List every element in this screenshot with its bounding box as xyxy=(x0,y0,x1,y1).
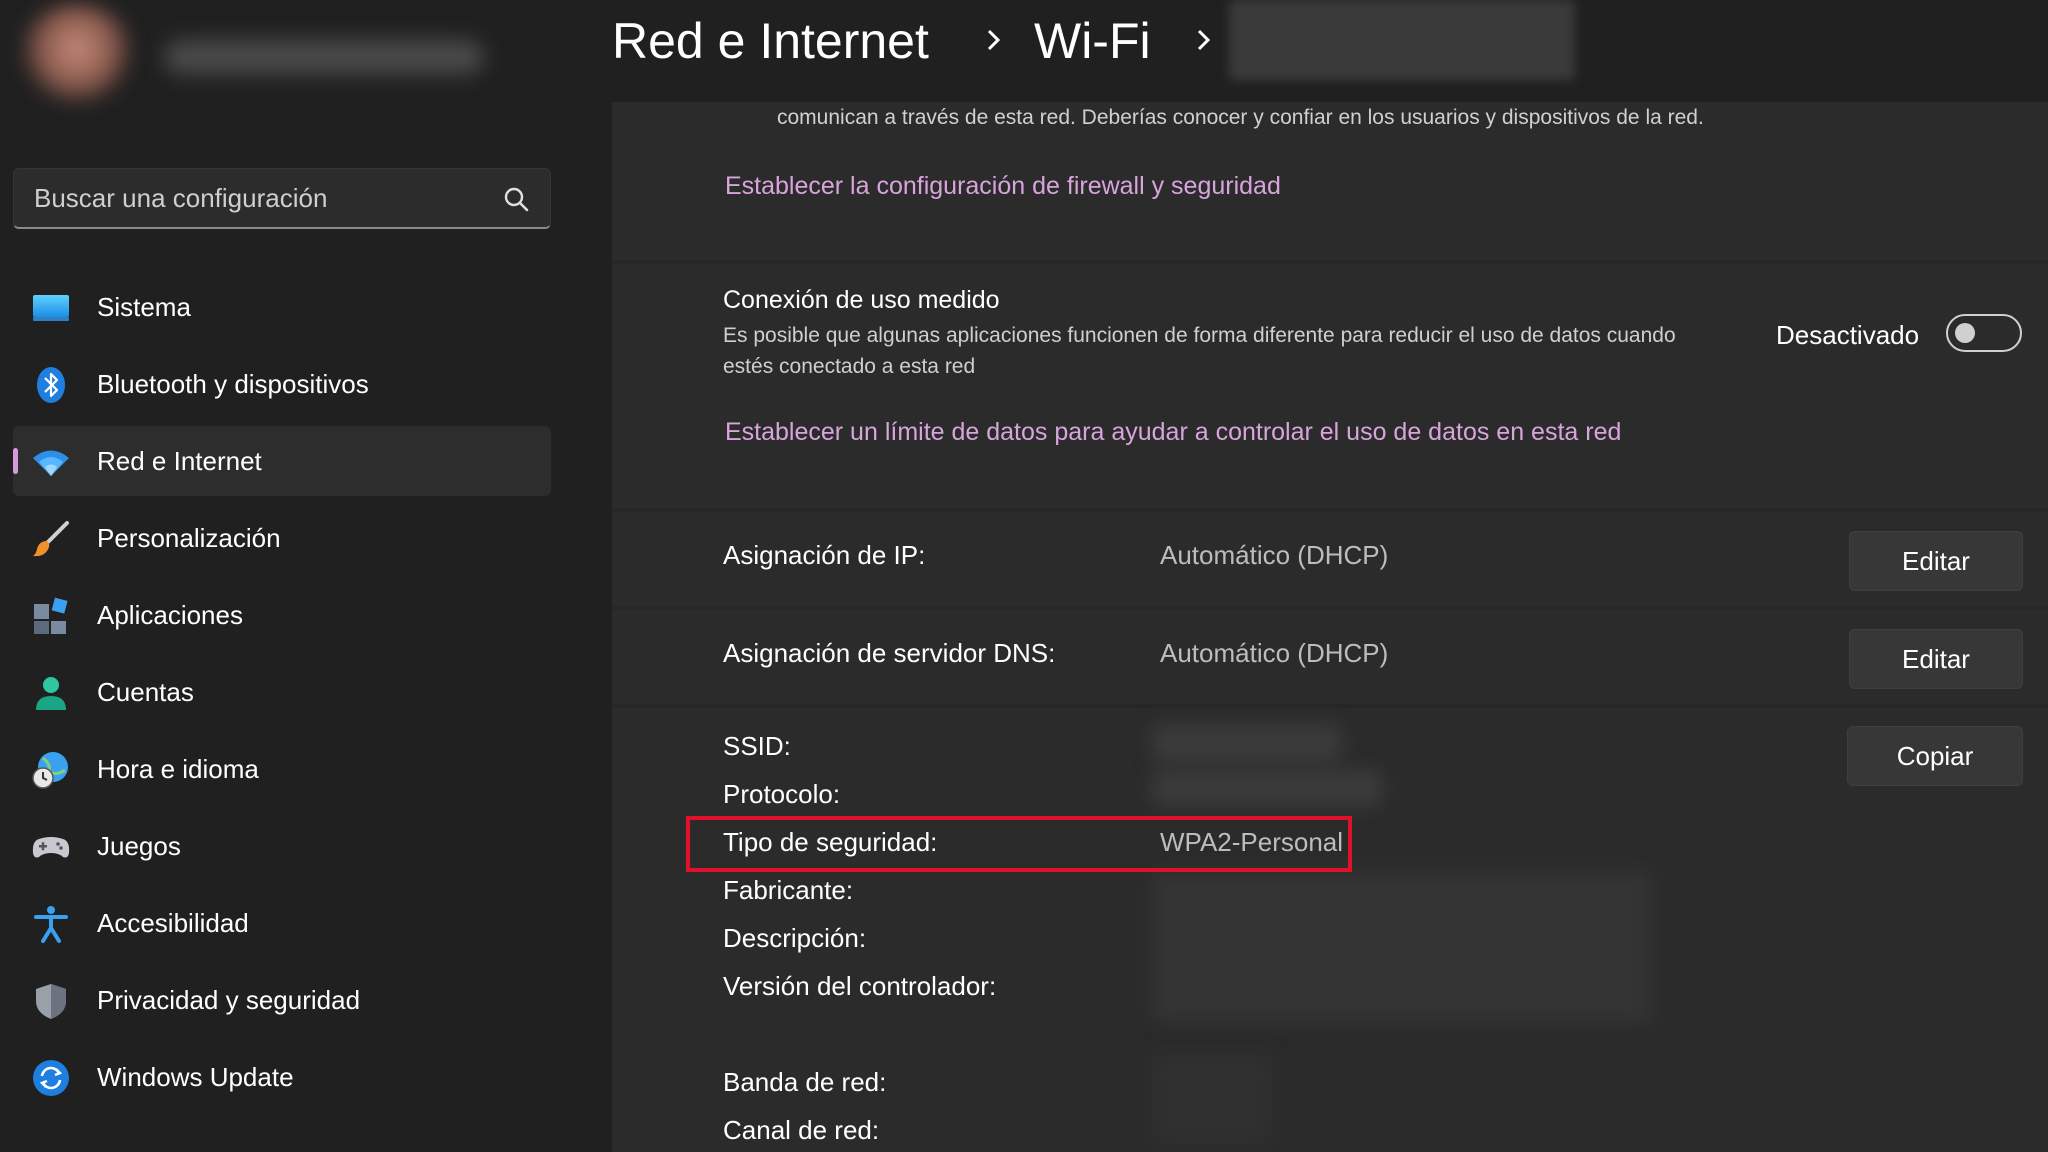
firewall-settings-link[interactable]: Establecer la configuración de firewall … xyxy=(725,172,1281,201)
ip-assignment-label: Asignación de IP: xyxy=(723,540,926,570)
gamepad-icon xyxy=(32,837,70,858)
toggle-knob xyxy=(1955,323,1975,343)
sidebar-nav: Sistema Bluetooth y dispositivos Red e I… xyxy=(13,272,551,1119)
breadcrumb-network-name-blurred xyxy=(1229,0,1575,80)
data-limit-link[interactable]: Establecer un límite de datos para ayuda… xyxy=(725,418,1621,447)
sidebar-item-juegos[interactable]: Juegos xyxy=(13,811,551,881)
metered-connection-description: Es posible que algunas aplicaciones func… xyxy=(723,324,1676,378)
security-type-highlight xyxy=(686,816,1352,872)
device-info-blurred xyxy=(1152,872,1652,1022)
ssid-value-blurred xyxy=(1152,724,1342,764)
update-icon xyxy=(33,1060,69,1096)
sidebar-item-label: Bluetooth y dispositivos xyxy=(97,368,369,399)
metered-toggle-label: Desactivado xyxy=(1776,320,1920,350)
edit-dns-button[interactable]: Editar xyxy=(1849,629,2023,689)
dns-assignment-value: Automático (DHCP) xyxy=(1160,638,1389,668)
sidebar-item-label: Windows Update xyxy=(97,1061,294,1092)
search-box[interactable] xyxy=(13,168,551,229)
accessibility-icon xyxy=(34,906,68,943)
prop-label-protocol: Protocolo: xyxy=(723,779,841,809)
protocol-value-blurred xyxy=(1152,770,1382,806)
sidebar: Sistema Bluetooth y dispositivos Red e I… xyxy=(0,0,612,1152)
user-profile[interactable] xyxy=(14,0,494,110)
shield-icon xyxy=(36,984,66,1019)
band-channel-values-blurred xyxy=(1152,1054,1272,1144)
firewall-description: comunican a través de esta red. Deberías… xyxy=(777,106,1704,129)
settings-window: Sistema Bluetooth y dispositivos Red e I… xyxy=(0,0,2048,1152)
prop-label-network-band: Banda de red: xyxy=(723,1067,887,1097)
sidebar-item-sistema[interactable]: Sistema xyxy=(13,272,551,342)
sidebar-item-accesibilidad[interactable]: Accesibilidad xyxy=(13,888,551,958)
prop-label-manufacturer: Fabricante: xyxy=(723,875,854,905)
sidebar-item-privacidad[interactable]: Privacidad y seguridad xyxy=(13,965,551,1035)
sidebar-item-red-internet[interactable]: Red e Internet xyxy=(13,426,551,496)
sidebar-item-label: Sistema xyxy=(97,291,191,322)
sidebar-item-hora-idioma[interactable]: Hora e idioma xyxy=(13,734,551,804)
sidebar-item-label: Red e Internet xyxy=(97,445,262,476)
sidebar-item-label: Accesibilidad xyxy=(97,907,249,938)
sidebar-item-aplicaciones[interactable]: Aplicaciones xyxy=(13,580,551,650)
sidebar-item-bluetooth[interactable]: Bluetooth y dispositivos xyxy=(13,349,551,419)
sidebar-item-label: Cuentas xyxy=(97,676,194,707)
copy-properties-button[interactable]: Copiar xyxy=(1847,726,2023,786)
brush-icon xyxy=(33,521,69,557)
metered-connection-toggle[interactable] xyxy=(1946,314,2022,352)
sidebar-item-cuentas[interactable]: Cuentas xyxy=(13,657,551,727)
sidebar-item-windows-update[interactable]: Windows Update xyxy=(13,1042,551,1112)
sidebar-item-personalizacion[interactable]: Personalización xyxy=(13,503,551,573)
breadcrumb-red-internet[interactable]: Red e Internet xyxy=(612,12,929,70)
prop-label-description: Descripción: xyxy=(723,923,867,953)
wifi-icon xyxy=(33,450,69,476)
system-icon xyxy=(33,295,69,321)
account-icon xyxy=(36,677,66,710)
search-icon[interactable] xyxy=(502,185,530,213)
main-content: comunican a través de esta red. Deberías… xyxy=(612,102,2048,1152)
search-input[interactable] xyxy=(14,169,484,227)
metered-connection-title: Conexión de uso medido xyxy=(723,286,1000,314)
bluetooth-icon xyxy=(37,367,65,403)
apps-icon xyxy=(34,597,68,634)
avatar xyxy=(18,4,136,104)
sidebar-item-label: Juegos xyxy=(97,830,181,861)
breadcrumb-wifi[interactable]: Wi-Fi xyxy=(1034,12,1151,70)
sidebar-item-label: Hora e idioma xyxy=(97,753,259,784)
breadcrumb: Red e Internet Wi-Fi xyxy=(612,0,2048,102)
dns-assignment-label: Asignación de servidor DNS: xyxy=(723,638,1056,668)
chevron-right-icon xyxy=(987,29,1001,51)
sidebar-item-label: Aplicaciones xyxy=(97,599,243,630)
sidebar-item-label: Personalización xyxy=(97,522,281,553)
time-language-icon xyxy=(32,752,68,789)
prop-label-driver-version: Versión del controlador: xyxy=(723,971,997,1001)
sidebar-item-label: Privacidad y seguridad xyxy=(97,984,361,1015)
firewall-card: comunican a través de esta red. Deberías… xyxy=(612,102,2048,260)
edit-ip-button[interactable]: Editar xyxy=(1849,531,2023,591)
ip-assignment-value: Automático (DHCP) xyxy=(1160,540,1389,570)
profile-name-blurred xyxy=(164,40,484,74)
chevron-right-icon xyxy=(1197,29,1211,51)
prop-label-network-channel: Canal de red: xyxy=(723,1115,880,1145)
prop-label-ssid: SSID: xyxy=(723,731,791,761)
